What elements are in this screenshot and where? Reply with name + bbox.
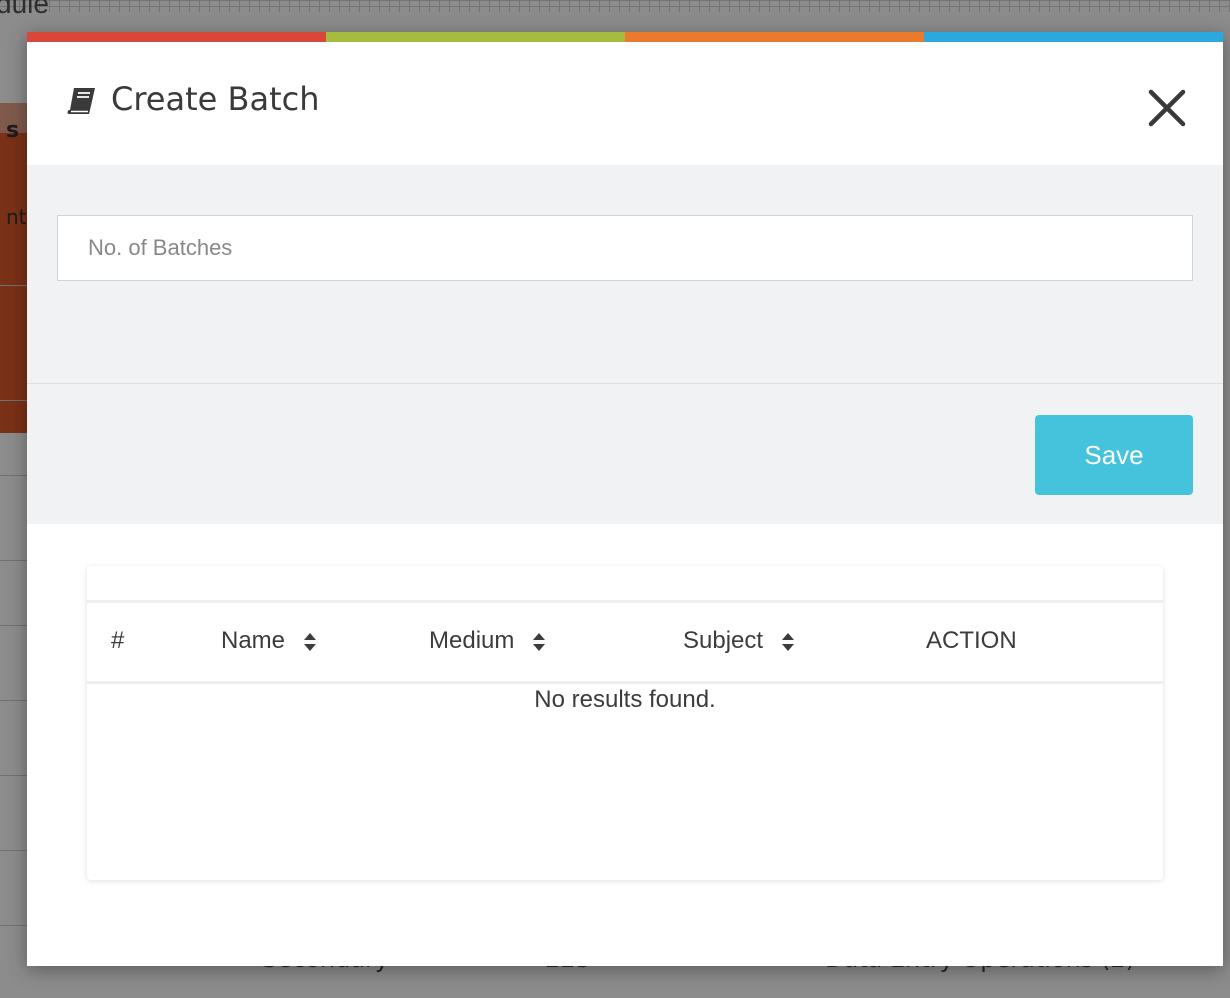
column-header-label: Name xyxy=(221,627,286,654)
create-batch-modal: Create Batch Save # Name xyxy=(27,32,1223,966)
column-header-label: Medium xyxy=(429,627,515,654)
column-header-action: ACTION xyxy=(926,627,1017,655)
table-header-row: # Name Medium Subject ACTION xyxy=(87,603,1163,684)
column-header-medium[interactable]: Medium xyxy=(429,627,546,655)
close-icon xyxy=(1148,89,1186,127)
accent-segment-orange xyxy=(625,32,924,42)
batches-count-input[interactable] xyxy=(57,215,1193,281)
modal-title-text: Create Batch xyxy=(111,80,320,118)
table-toolbar xyxy=(87,566,1163,603)
empty-state-message: No results found. xyxy=(534,686,716,713)
column-header-label: Subject xyxy=(683,627,764,654)
sort-icon[interactable] xyxy=(781,631,795,651)
modal-title: Create Batch xyxy=(67,80,319,118)
column-header-label: ACTION xyxy=(926,627,1017,654)
column-header-subject[interactable]: Subject xyxy=(683,627,795,655)
modal-accent-bar xyxy=(27,32,1223,42)
book-icon xyxy=(67,85,97,114)
column-header-name[interactable]: Name xyxy=(221,627,317,655)
accent-segment-red xyxy=(27,32,326,42)
column-header-index: # xyxy=(111,627,124,655)
column-header-label: # xyxy=(111,627,125,654)
sort-icon[interactable] xyxy=(532,631,546,651)
batch-table-card: # Name Medium Subject ACTION No results … xyxy=(87,566,1163,880)
accent-segment-green xyxy=(326,32,625,42)
sort-icon[interactable] xyxy=(303,631,317,651)
accent-segment-blue xyxy=(924,32,1223,42)
modal-footer: Save xyxy=(27,384,1223,524)
close-button[interactable] xyxy=(1147,88,1187,128)
modal-body xyxy=(27,165,1223,384)
save-button[interactable]: Save xyxy=(1035,415,1193,495)
modal-header: Create Batch xyxy=(27,42,1223,165)
batch-table-section: # Name Medium Subject ACTION No results … xyxy=(27,524,1223,966)
